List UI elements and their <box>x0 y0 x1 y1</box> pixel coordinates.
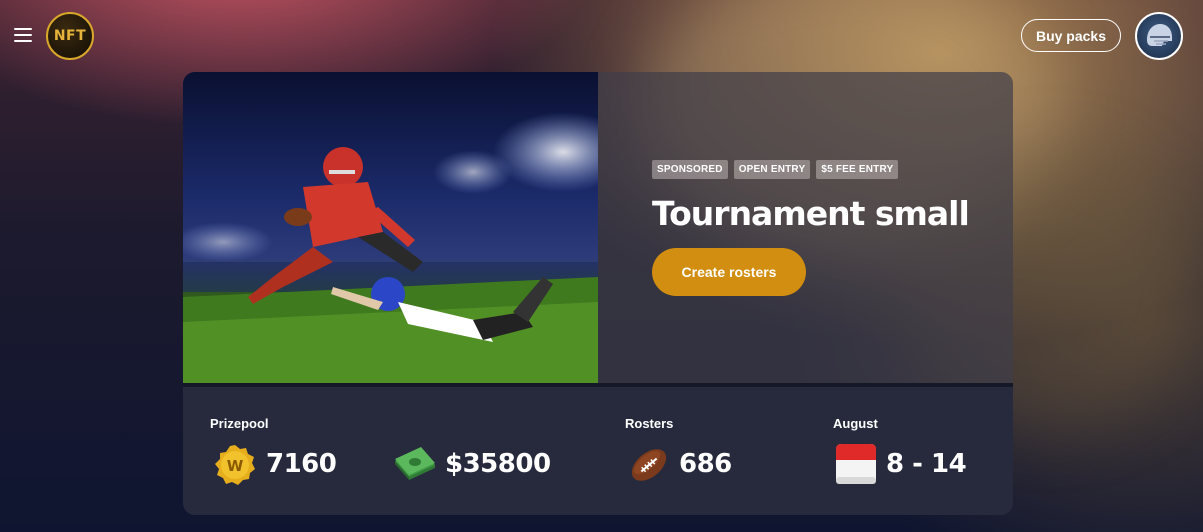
prizepool-label: Prizepool <box>210 416 269 431</box>
stats-panel: Prizepool W 7160 $35800 Rosters 686 Augu… <box>183 387 1013 515</box>
calendar-icon <box>836 444 876 484</box>
football-players-illustration <box>183 112 598 383</box>
hero-image <box>183 72 598 383</box>
tournament-info: SPONSORED OPEN ENTRY $5 FEE ENTRY Tourna… <box>598 72 1013 383</box>
date-range: 8 - 14 <box>886 449 967 479</box>
top-bar: NFT Buy packs <box>0 0 1203 72</box>
football-icon <box>631 449 667 481</box>
logo[interactable]: NFT <box>46 12 94 60</box>
tournament-card: SPONSORED OPEN ENTRY $5 FEE ENTRY Tourna… <box>183 72 1013 515</box>
hamburger-menu-icon[interactable] <box>14 28 32 42</box>
avatar[interactable] <box>1135 12 1183 60</box>
helmet-avatar-icon <box>1147 24 1172 46</box>
tournament-title: Tournament small <box>652 194 970 233</box>
month-label: August <box>833 416 878 431</box>
logo-text: NFT <box>53 28 87 44</box>
tag-list: SPONSORED OPEN ENTRY $5 FEE ENTRY <box>652 160 899 179</box>
rosters-label: Rosters <box>625 416 674 431</box>
create-rosters-button[interactable]: Create rosters <box>652 248 806 296</box>
rosters-value: 686 <box>679 449 732 479</box>
tag-open-entry: OPEN ENTRY <box>733 160 811 179</box>
svg-text:W: W <box>227 457 244 475</box>
cash-value: $35800 <box>445 449 551 479</box>
coin-w-icon: W <box>215 445 255 485</box>
cash-stack-icon <box>395 447 435 480</box>
tag-sponsored: SPONSORED <box>652 160 728 179</box>
tag-fee-entry: $5 FEE ENTRY <box>816 160 899 179</box>
coins-value: 7160 <box>266 449 337 479</box>
buy-packs-button[interactable]: Buy packs <box>1021 19 1121 52</box>
